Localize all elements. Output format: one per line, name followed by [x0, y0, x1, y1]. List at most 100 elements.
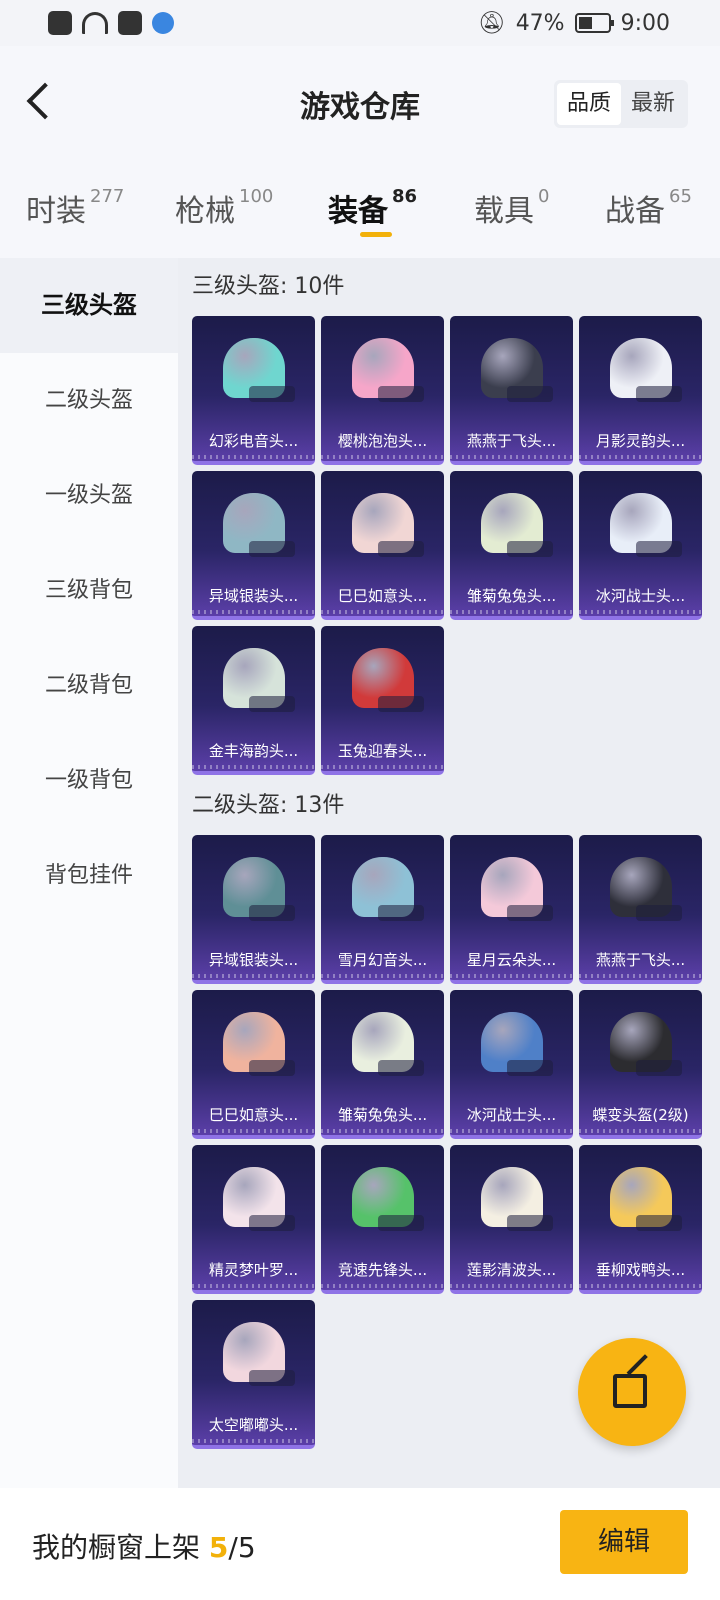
- item-card[interactable]: 星月云朵头...: [450, 835, 573, 984]
- item-card[interactable]: 垂柳戏鸭头...: [579, 1145, 702, 1294]
- tab-fashion[interactable]: 时装 277: [26, 186, 124, 230]
- item-card[interactable]: 莲影清波头...: [450, 1145, 573, 1294]
- share-icon: [613, 1374, 647, 1408]
- card-footer-pattern: [192, 1129, 315, 1133]
- item-card[interactable]: 冰河战士头...: [450, 990, 573, 1139]
- item-name: 幻彩电音头...: [208, 432, 299, 450]
- helmet-visor: [636, 541, 682, 557]
- sidebar-item-backpack-charm[interactable]: 背包挂件: [0, 828, 178, 923]
- active-tab-indicator: [360, 232, 392, 237]
- item-card[interactable]: 异域银装头...: [192, 835, 315, 984]
- clock: 9:00: [620, 10, 670, 36]
- helmet-image: [223, 648, 295, 712]
- item-card[interactable]: 月影灵韵头...: [579, 316, 702, 465]
- tab-label: 战备: [605, 194, 665, 229]
- tab-vehicles[interactable]: 载具 0: [474, 186, 549, 230]
- helmet-visor: [636, 1060, 682, 1076]
- helmet-image: [481, 338, 553, 402]
- helmet-visor: [378, 1060, 424, 1076]
- card-footer-pattern: [579, 1129, 702, 1133]
- item-card[interactable]: 燕燕于飞头...: [450, 316, 573, 465]
- item-card[interactable]: 精灵梦叶罗...: [192, 1145, 315, 1294]
- showcase-total-count: /5: [228, 1531, 256, 1564]
- item-card[interactable]: 竞速先锋头...: [321, 1145, 444, 1294]
- category-tabs: 时装 277 枪械 100 装备 86 载具 0 战备 65: [0, 156, 720, 258]
- mute-icon: 🔕︎: [477, 10, 506, 36]
- sidebar-item-level1-helmet[interactable]: 一级头盔: [0, 448, 178, 543]
- card-footer-pattern: [192, 1284, 315, 1288]
- sidebar-item-level3-helmet[interactable]: 三级头盔: [0, 258, 178, 353]
- item-card[interactable]: 太空嘟嘟头...: [192, 1300, 315, 1449]
- helmet-image: [223, 338, 295, 402]
- tab-count: 0: [538, 186, 550, 207]
- item-name: 竞速先锋头...: [337, 1261, 428, 1279]
- edit-button[interactable]: 编辑: [560, 1510, 688, 1574]
- helmet-image: [352, 493, 424, 557]
- item-card[interactable]: 玉兔迎春头...: [321, 626, 444, 775]
- item-card[interactable]: 雪月幻音头...: [321, 835, 444, 984]
- item-name: 异域银装头...: [208, 951, 299, 969]
- item-card[interactable]: 燕燕于飞头...: [579, 835, 702, 984]
- card-footer-pattern: [192, 1439, 315, 1443]
- item-card[interactable]: 异域银装头...: [192, 471, 315, 620]
- helmet-visor: [378, 541, 424, 557]
- item-card[interactable]: 樱桃泡泡头...: [321, 316, 444, 465]
- helmet-visor: [507, 1215, 553, 1231]
- card-footer-pattern: [579, 1284, 702, 1288]
- card-footer-pattern: [450, 610, 573, 614]
- helmet-image: [481, 857, 553, 921]
- sort-option-quality[interactable]: 品质: [556, 83, 621, 125]
- item-card[interactable]: 雏菊兔兔头...: [450, 471, 573, 620]
- item-card[interactable]: 巳巳如意头...: [321, 471, 444, 620]
- tab-equipment[interactable]: 装备 86: [328, 186, 417, 230]
- helmet-image: [352, 1167, 424, 1231]
- tab-label: 时装: [26, 194, 86, 229]
- card-footer-pattern: [321, 1284, 444, 1288]
- card-footer-pattern: [579, 455, 702, 459]
- sort-option-newest[interactable]: 最新: [621, 83, 685, 125]
- tab-firearms[interactable]: 枪械 100: [175, 186, 273, 230]
- tab-count: 65: [669, 186, 692, 207]
- helmet-visor: [507, 386, 553, 402]
- card-footer-pattern: [450, 1129, 573, 1133]
- card-footer-pattern: [192, 610, 315, 614]
- item-card[interactable]: 蝶变头盔(2级): [579, 990, 702, 1139]
- item-name: 雏菊兔兔头...: [466, 587, 557, 605]
- item-card[interactable]: 巳巳如意头...: [192, 990, 315, 1139]
- helmet-visor: [249, 696, 295, 712]
- battery-icon: [574, 13, 614, 33]
- status-bar: 🔕︎ 47% 9:00: [0, 0, 720, 46]
- alert-icon: [48, 11, 72, 35]
- helmet-image: [610, 1167, 682, 1231]
- helmet-visor: [636, 386, 682, 402]
- tab-supplies[interactable]: 战备 65: [605, 186, 692, 230]
- share-button[interactable]: [578, 1338, 686, 1446]
- helmet-visor: [249, 1060, 295, 1076]
- sidebar-item-level2-backpack[interactable]: 二级背包: [0, 638, 178, 733]
- sidebar-item-level1-backpack[interactable]: 一级背包: [0, 733, 178, 828]
- card-footer-pattern: [321, 455, 444, 459]
- helmet-visor: [249, 541, 295, 557]
- helmet-visor: [636, 905, 682, 921]
- helmet-image: [223, 1322, 295, 1386]
- item-card[interactable]: 雏菊兔兔头...: [321, 990, 444, 1139]
- showcase-label: 我的橱窗上架: [32, 1531, 201, 1564]
- card-footer-pattern: [579, 610, 702, 614]
- item-card[interactable]: 金丰海韵头...: [192, 626, 315, 775]
- helmet-image: [223, 1167, 295, 1231]
- item-name: 精灵梦叶罗...: [208, 1261, 299, 1279]
- item-card[interactable]: 幻彩电音头...: [192, 316, 315, 465]
- card-footer-pattern: [192, 974, 315, 978]
- item-name: 异域银装头...: [208, 587, 299, 605]
- sidebar-item-level2-helmet[interactable]: 二级头盔: [0, 353, 178, 448]
- helmet-image: [352, 648, 424, 712]
- helmet-image: [481, 493, 553, 557]
- card-footer-pattern: [450, 974, 573, 978]
- item-card[interactable]: 冰河战士头...: [579, 471, 702, 620]
- item-grid-level3: 幻彩电音头... 樱桃泡泡头... 燕燕于飞头... 月影灵韵头... 异域银装头...…: [192, 316, 720, 775]
- card-footer-pattern: [321, 610, 444, 614]
- helmet-image: [610, 338, 682, 402]
- helmet-visor: [636, 1215, 682, 1231]
- card-footer-pattern: [450, 455, 573, 459]
- sidebar-item-level3-backpack[interactable]: 三级背包: [0, 543, 178, 638]
